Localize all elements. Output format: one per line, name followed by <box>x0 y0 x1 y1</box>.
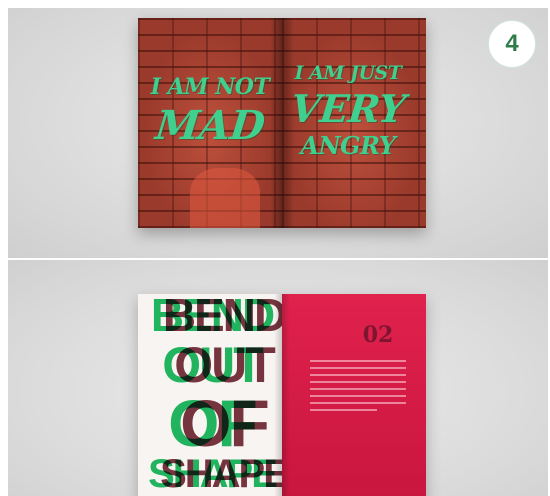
word-out-dark: OUT <box>174 337 276 393</box>
headline-i-am-not: I AM NOT <box>150 74 270 100</box>
word-shape-dark: SHAPE <box>160 452 282 496</box>
headline-very: VERY <box>288 86 408 131</box>
top-mockup-panel: I AM NOT MAD I AM JUST VERY ANGRY 4 <box>8 8 548 258</box>
text-line <box>310 374 406 376</box>
text-line <box>310 381 406 383</box>
body-text-block <box>310 360 406 416</box>
number-badge: 4 <box>488 20 536 68</box>
magazine-spread-bend: BEND BEND OUT OUT OF OF SHAPE SHAPE 02 <box>138 294 426 496</box>
bottom-mockup-panel: BEND BEND OUT OUT OF OF SHAPE SHAPE 02 <box>8 260 548 496</box>
text-line <box>310 360 406 362</box>
person-silhouette <box>190 168 260 228</box>
text-line <box>310 402 406 404</box>
word-bend: BEND BEND <box>138 294 282 342</box>
word-of-dark: OF <box>180 386 270 460</box>
word-shape: SHAPE SHAPE <box>138 454 282 496</box>
text-line <box>310 409 378 411</box>
text-line <box>310 395 406 397</box>
headline-mad: MAD <box>153 102 267 149</box>
headline-angry: ANGRY <box>300 131 396 160</box>
page-number: 02 <box>362 322 394 348</box>
text-line <box>310 367 406 369</box>
spread-gutter <box>274 294 290 496</box>
magazine-spread-angry: I AM NOT MAD I AM JUST VERY ANGRY <box>138 18 426 228</box>
text-line <box>310 388 406 390</box>
headline-i-am-just: I AM JUST <box>294 62 402 84</box>
word-of: OF OF <box>138 390 282 458</box>
word-bend-dark: BEND <box>162 294 282 341</box>
left-page-typography: BEND BEND OUT OUT OF OF SHAPE SHAPE <box>138 294 282 496</box>
